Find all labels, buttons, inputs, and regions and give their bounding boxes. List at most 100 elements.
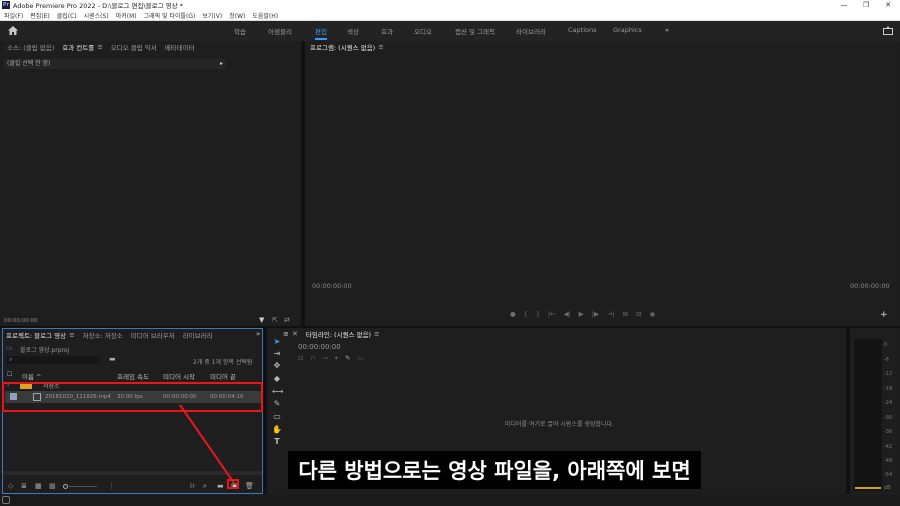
- automate-to-sequence-icon[interactable]: ⊪: [190, 483, 196, 490]
- export-frame-button[interactable]: ◉: [650, 310, 656, 320]
- status-icon[interactable]: [2, 496, 10, 504]
- maximize-button[interactable]: ❐: [855, 0, 877, 10]
- icon-view-icon[interactable]: ▦: [35, 483, 42, 490]
- lock-icon[interactable]: ◇: [8, 483, 13, 490]
- menu-help[interactable]: 도움말(H): [252, 11, 278, 20]
- timeline-playhead-timecode[interactable]: 00:00:00:00: [298, 343, 341, 351]
- nest-icon[interactable]: ⊡: [298, 354, 303, 362]
- new-bin-icon[interactable]: ▬: [109, 356, 116, 363]
- export-frame-icon[interactable]: ⇱: [272, 317, 278, 324]
- selection-tool-icon[interactable]: ➤: [272, 337, 282, 347]
- tab-media-browser[interactable]: 미디어 브라우저: [131, 330, 175, 340]
- slip-tool-icon[interactable]: ⟷: [272, 387, 283, 397]
- link-icon[interactable]: ⇄: [284, 317, 290, 324]
- mark-in-button[interactable]: {: [524, 310, 528, 320]
- row-expand-icon[interactable]: ›: [7, 382, 9, 389]
- tab-source[interactable]: 소스: (클립 없음): [7, 42, 54, 52]
- tab-metadata[interactable]: 메타데이터: [165, 42, 195, 52]
- rectangle-tool-icon[interactable]: ▭: [272, 412, 282, 422]
- sort-icons-icon[interactable]: ⋮: [108, 483, 115, 490]
- panel-menu-icon[interactable]: ≡: [69, 331, 74, 339]
- play-only-icon[interactable]: ▸: [220, 59, 223, 69]
- panel-menu-icon[interactable]: ≡: [378, 43, 383, 51]
- add-marker-icon[interactable]: ▾: [335, 354, 338, 362]
- workspace-tab-editing[interactable]: 편집: [315, 26, 327, 40]
- menu-graphics[interactable]: 그래픽 및 타이틀(G): [144, 11, 196, 20]
- clip-selector[interactable]: (클립 선택 안 함) ▸: [4, 59, 226, 69]
- step-forward-button[interactable]: |▶: [592, 310, 599, 320]
- ripple-edit-tool-icon[interactable]: ✥: [272, 361, 282, 371]
- hand-tool-icon[interactable]: ✋: [272, 425, 282, 435]
- snap-icon[interactable]: ∩: [310, 354, 315, 362]
- menu-marker[interactable]: 마커(M): [116, 11, 137, 20]
- workspace-tab-learn[interactable]: 학습: [234, 26, 246, 36]
- select-all-checkbox[interactable]: ☐: [7, 371, 12, 378]
- workspace-tab-libraries[interactable]: 라이브러리: [516, 26, 546, 36]
- list-view-icon[interactable]: ≣: [21, 483, 27, 490]
- new-bin-icon[interactable]: ▬: [217, 483, 224, 490]
- trash-icon[interactable]: 🗑: [245, 483, 254, 490]
- freeform-view-icon[interactable]: ▩: [49, 483, 56, 490]
- filter-icon[interactable]: ▼: [259, 317, 264, 324]
- column-header-media-end[interactable]: 미디어 끝: [210, 371, 236, 381]
- zoom-slider[interactable]: [63, 484, 97, 490]
- search-input[interactable]: ⌕: [6, 356, 100, 364]
- program-playhead-timecode[interactable]: 00:00:00:00: [312, 282, 352, 290]
- table-row-selected[interactable]: 20181020_111826.mp4 30.00 fps 00:00:00:0…: [5, 391, 261, 403]
- menu-sequence[interactable]: 시퀀스(S): [84, 11, 109, 20]
- workspace-tab-audio[interactable]: 오디오: [414, 26, 432, 36]
- tab-bin[interactable]: 저장소: 저장소: [83, 330, 123, 340]
- extract-button[interactable]: ⊟: [636, 310, 641, 320]
- share-icon[interactable]: [883, 26, 893, 35]
- table-row[interactable]: › 저장소: [5, 381, 261, 391]
- type-tool-icon[interactable]: T: [272, 437, 282, 447]
- panel-menu-icon[interactable]: ≡: [97, 43, 102, 51]
- go-to-out-button[interactable]: →|: [607, 310, 615, 320]
- menu-edit[interactable]: 편집(E): [30, 11, 50, 20]
- track-select-tool-icon[interactable]: ⇥: [272, 349, 282, 359]
- add-button-icon[interactable]: +: [880, 311, 888, 320]
- lift-button[interactable]: ⊞: [623, 310, 628, 320]
- menu-view[interactable]: 보기(V): [202, 11, 222, 20]
- column-header-name[interactable]: 이름 ^: [22, 371, 41, 381]
- workspace-tab-captions-graphics[interactable]: 캡션 및 그래픽: [455, 26, 495, 36]
- project-file-icon: ▭: [6, 344, 13, 352]
- add-marker-button[interactable]: ●: [510, 310, 516, 320]
- wrench-icon[interactable]: ✎: [345, 354, 350, 362]
- menu-window[interactable]: 창(W): [229, 11, 245, 20]
- go-to-in-button[interactable]: |←: [548, 310, 556, 320]
- razor-tool-icon[interactable]: ◆: [272, 374, 282, 384]
- pen-tool-icon[interactable]: ✎: [272, 399, 282, 409]
- tab-effect-controls[interactable]: 효과 컨트롤: [62, 42, 94, 52]
- workspace-tab-color[interactable]: 색상: [347, 26, 359, 36]
- horizontal-scrollbar[interactable]: [3, 471, 262, 475]
- panel-overflow-icon[interactable]: »: [256, 331, 260, 338]
- menu-clip[interactable]: 클립(C): [57, 11, 77, 20]
- tab-audio-clip-mixer[interactable]: 오디오 클립 믹서: [111, 42, 157, 52]
- new-item-icon[interactable]: ▣: [231, 483, 238, 490]
- panel-menu-icon[interactable]: ≡: [374, 330, 379, 338]
- tab-libraries[interactable]: 라이브러리: [183, 330, 213, 340]
- home-icon[interactable]: [8, 26, 18, 35]
- workspace-tab-captions[interactable]: Captions: [568, 26, 597, 34]
- workspace-overflow-button[interactable]: »: [665, 26, 669, 34]
- workspace-tab-graphics[interactable]: Graphics: [613, 26, 642, 34]
- find-icon[interactable]: ⌕: [203, 483, 207, 490]
- meter-label: 0: [884, 342, 888, 348]
- menu-file[interactable]: 파일(F): [4, 11, 23, 20]
- step-back-button[interactable]: ◀|: [564, 310, 571, 320]
- project-file-name: 블로그 영상.prproj: [20, 347, 70, 354]
- workspace-tab-effects[interactable]: 효과: [381, 26, 393, 36]
- tab-project[interactable]: 프로젝트: 블로그 영상: [6, 330, 66, 340]
- label-color-swatch[interactable]: [10, 393, 17, 400]
- close-button[interactable]: ✕: [877, 0, 899, 10]
- captions-icon[interactable]: ▭: [357, 354, 363, 362]
- play-button[interactable]: ▶: [579, 310, 584, 320]
- column-header-media-start[interactable]: 미디어 시작: [163, 371, 195, 381]
- close-icon[interactable]: ✕: [292, 330, 298, 338]
- minimize-button[interactable]: —: [833, 0, 855, 10]
- linked-selection-icon[interactable]: ⊸: [322, 354, 327, 362]
- column-header-frame-rate[interactable]: 프레임 속도: [117, 371, 149, 381]
- workspace-tab-assembly[interactable]: 어셈블리: [268, 26, 292, 36]
- mark-out-button[interactable]: }: [536, 310, 540, 320]
